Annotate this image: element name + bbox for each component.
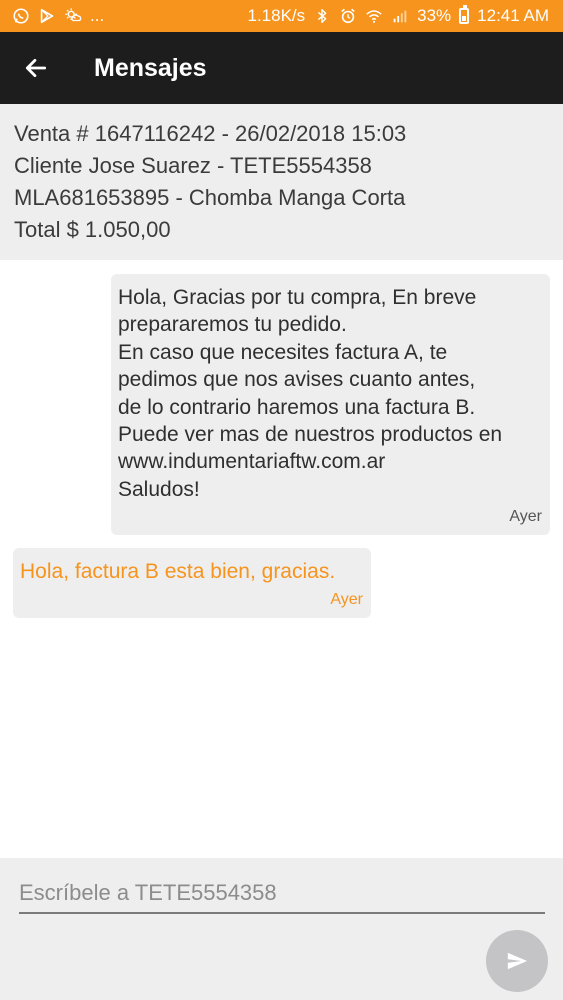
arrow-left-icon bbox=[23, 55, 49, 81]
total-info: Total $ 1.050,00 bbox=[14, 217, 171, 242]
message-list: Hola, Gracias por tu compra, En breve pr… bbox=[0, 260, 563, 858]
send-button[interactable] bbox=[486, 930, 548, 992]
whatsapp-icon bbox=[12, 7, 30, 25]
message-time: Ayer bbox=[330, 591, 363, 608]
more-notifications: ... bbox=[90, 6, 105, 25]
message-input[interactable] bbox=[19, 878, 545, 914]
back-button[interactable] bbox=[0, 32, 72, 104]
app-bar: Mensajes bbox=[0, 32, 563, 104]
outgoing-message: Hola, Gracias por tu compra, En breve pr… bbox=[111, 274, 550, 535]
bluetooth-icon bbox=[313, 7, 331, 25]
send-icon bbox=[506, 950, 528, 972]
network-speed: 1.18K/s bbox=[247, 6, 306, 25]
play-store-icon bbox=[38, 7, 56, 25]
message-text: Hola, Gracias por tu compra, En breve pr… bbox=[118, 286, 503, 501]
order-summary: Venta # 1647116242 - 26/02/2018 15:03 Cl… bbox=[0, 104, 563, 260]
status-right: 1.18K/s 33% 12:41 AM bbox=[247, 5, 549, 26]
message-text: Hola, factura B esta bien, gracias. bbox=[20, 560, 336, 583]
signal-icon bbox=[391, 7, 409, 25]
battery-icon bbox=[459, 5, 470, 24]
clock: 12:41 AM bbox=[477, 6, 549, 25]
message-time: Ayer bbox=[509, 508, 542, 525]
client-info: Cliente Jose Suarez - TETE5554358 bbox=[14, 153, 372, 178]
compose-bar bbox=[0, 858, 563, 1000]
incoming-message: Hola, factura B esta bien, gracias. Ayer bbox=[13, 548, 371, 618]
wifi-icon bbox=[365, 7, 383, 25]
status-left: ... bbox=[12, 6, 104, 26]
status-bar: ... 1.18K/s 33% 12:41 AM bbox=[0, 0, 563, 32]
sale-info: Venta # 1647116242 - 26/02/2018 15:03 bbox=[14, 121, 407, 146]
item-info: MLA681653895 - Chomba Manga Corta bbox=[14, 185, 406, 210]
battery-percent: 33% bbox=[417, 6, 452, 25]
page-title: Mensajes bbox=[94, 53, 207, 82]
weather-icon bbox=[64, 7, 82, 25]
alarm-icon bbox=[339, 7, 357, 25]
